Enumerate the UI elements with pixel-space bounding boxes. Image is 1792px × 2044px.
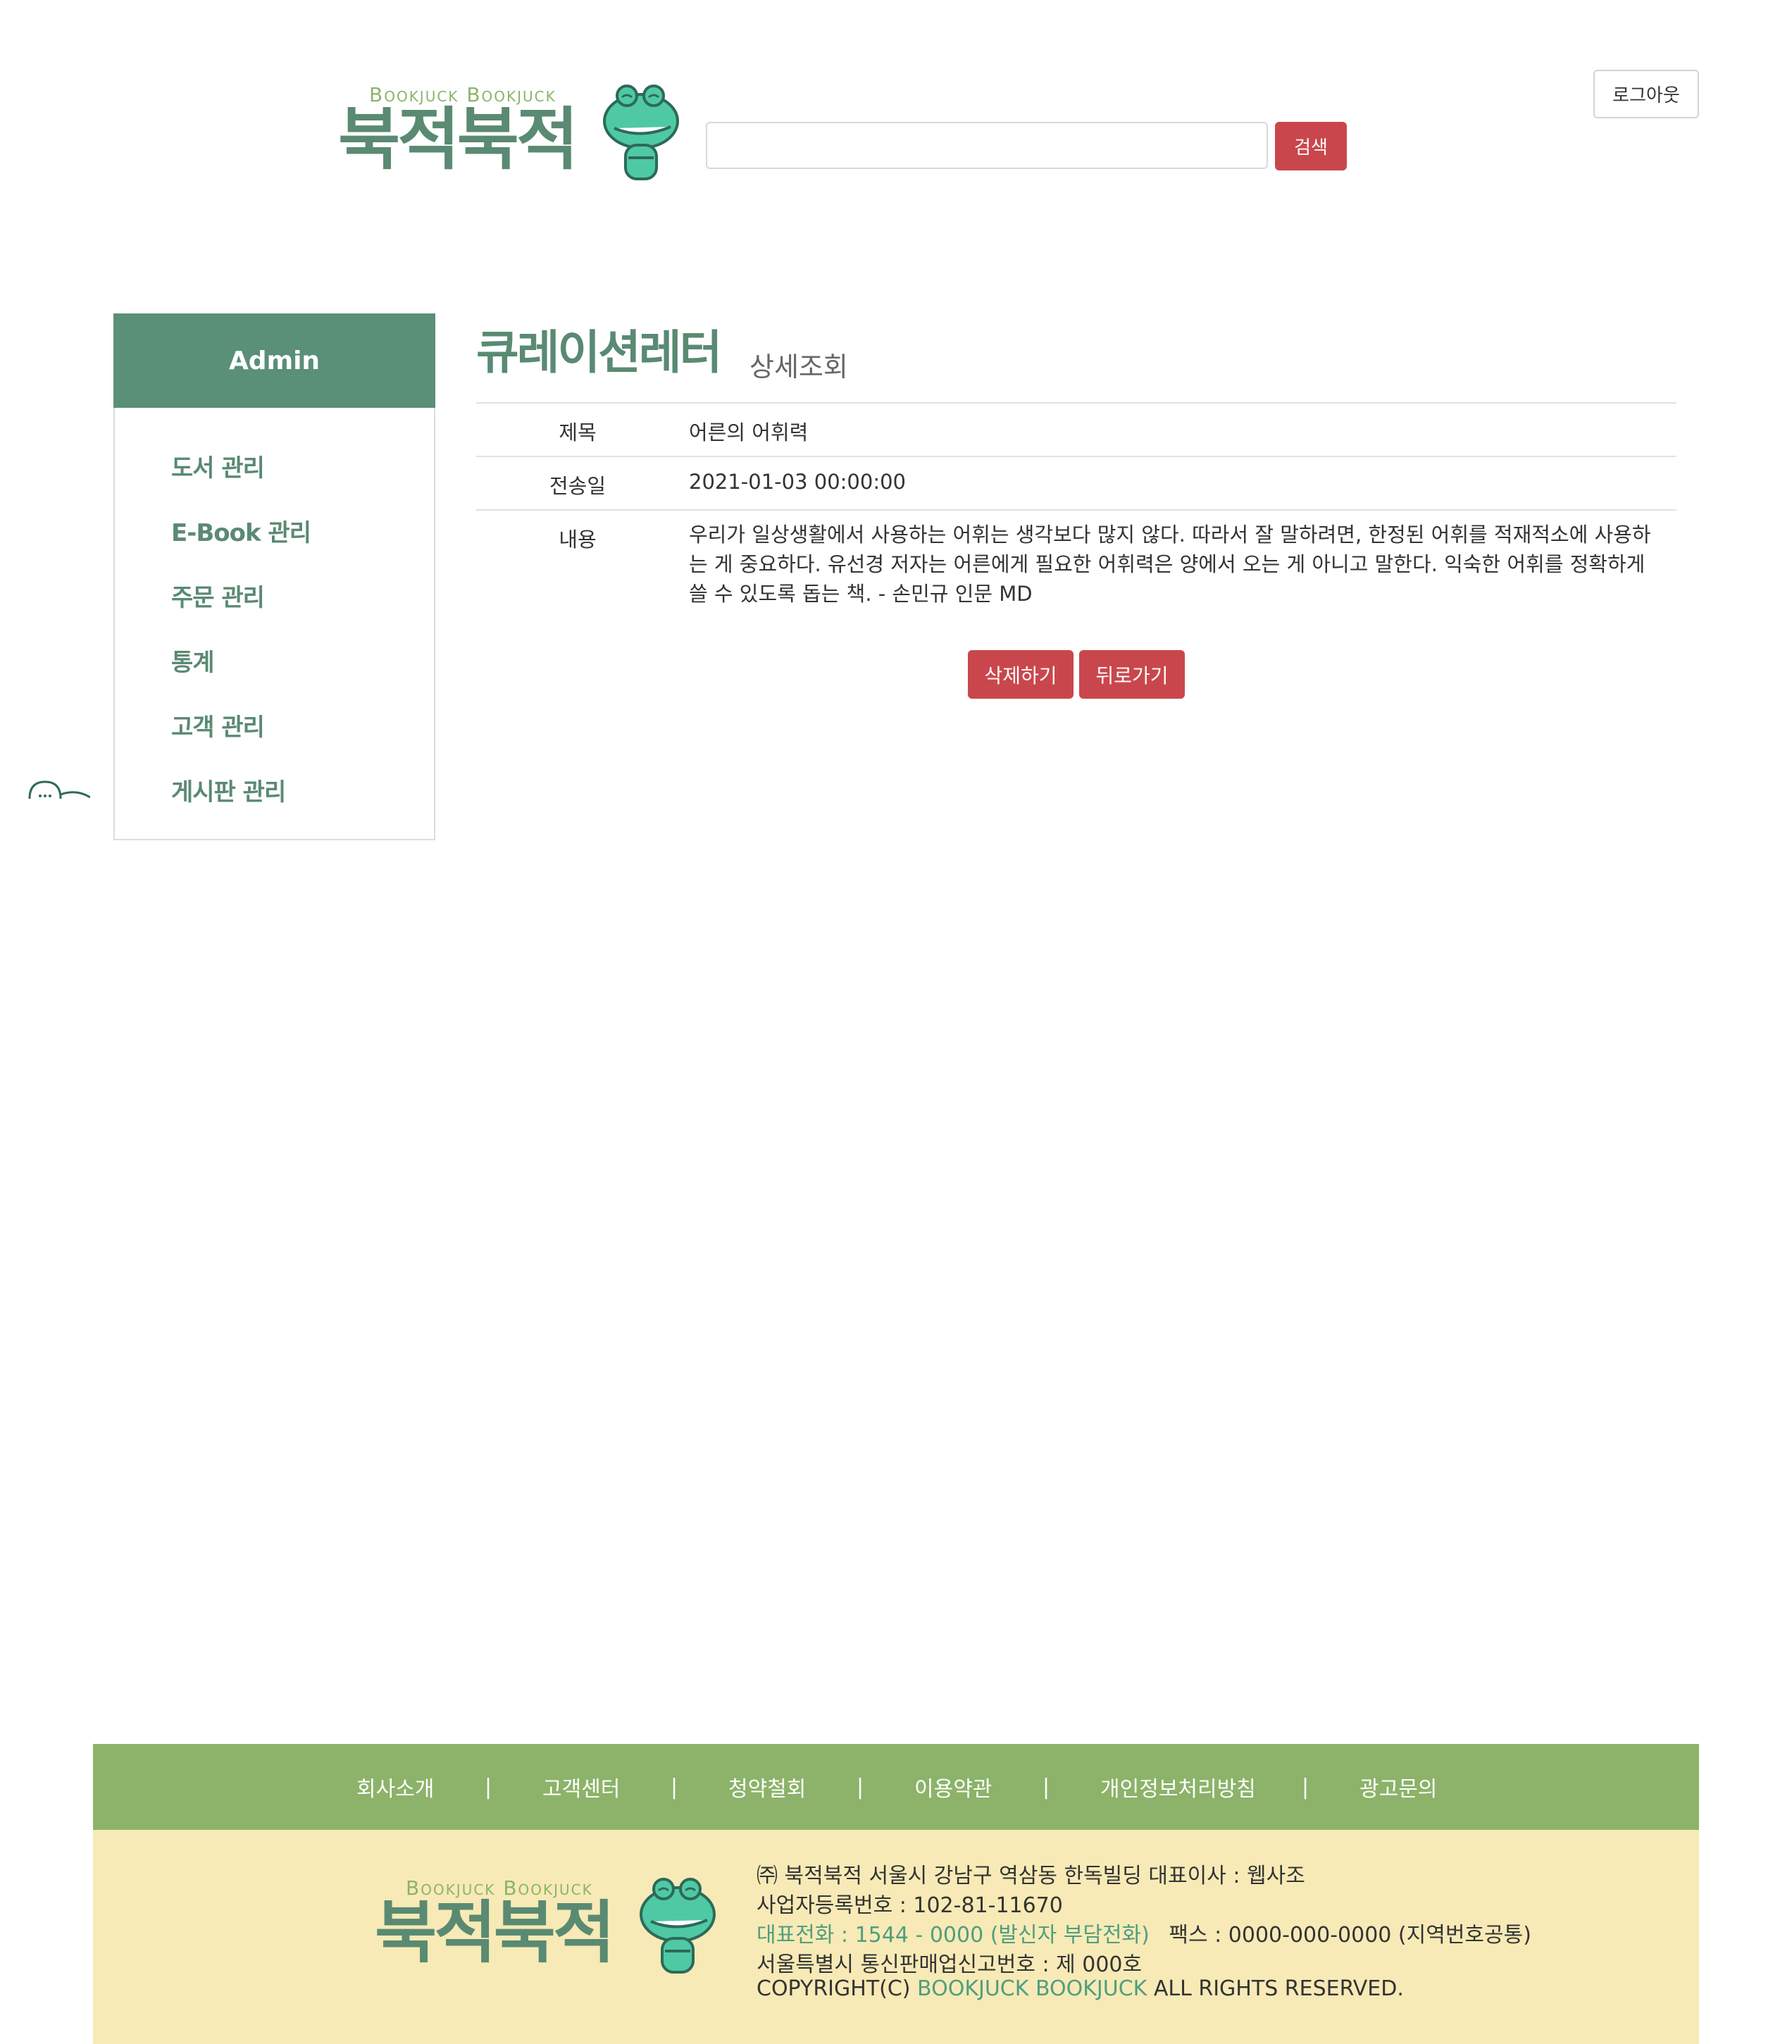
title-value: 어른의 어휘력 xyxy=(689,420,809,444)
footer-link-terms[interactable]: 이용약관 xyxy=(914,1744,992,1830)
search-button[interactable]: 검색 xyxy=(1275,122,1347,170)
copyright: COPYRIGHT(C) BOOKJUCK BOOKJUCK ALL RIGHT… xyxy=(757,1976,1404,2001)
sent-date-label: 전송일 xyxy=(549,474,606,498)
footer-link-support[interactable]: 고객센터 xyxy=(542,1744,620,1830)
sidebar-item-books[interactable]: 도서 관리 xyxy=(171,449,265,483)
page-title: 큐레이션레터 xyxy=(476,325,722,380)
admin-sidebar: Admin 도서 관리 E-Book 관리 주문 관리 통계 고객 관리 게시판… xyxy=(113,313,435,840)
delete-button[interactable]: 삭제하기 xyxy=(968,650,1074,699)
divider xyxy=(476,402,1676,404)
footer-separator: | xyxy=(1043,1774,1050,1800)
sent-date-value: 2021-01-03 00:00:00 xyxy=(689,470,906,494)
sidebar-title: Admin xyxy=(113,313,435,408)
footer-separator: | xyxy=(485,1774,492,1800)
content-value: 우리가 일상생활에서 사용하는 어휘는 생각보다 많지 않다. 따라서 잘 말하… xyxy=(689,523,1651,606)
logo-title: 북적북적 xyxy=(375,1893,615,1972)
crocodile-mascot-icon xyxy=(640,1878,716,1974)
copyright-suffix: ALL RIGHTS RESERVED. xyxy=(1147,1976,1404,2001)
search-input[interactable] xyxy=(706,122,1268,169)
title-label: 제목 xyxy=(559,420,597,444)
chat-bubble-icon[interactable] xyxy=(27,779,90,799)
crocodile-mascot-icon xyxy=(603,85,679,180)
back-button[interactable]: 뒤로가기 xyxy=(1079,650,1185,699)
sidebar-item-board[interactable]: 게시판 관리 xyxy=(171,773,286,807)
page-subtitle: 상세조회 xyxy=(749,351,848,382)
fax-number: 팩스 : 0000-000-0000 (지역번호공통) xyxy=(1169,1923,1531,1948)
logo-title: 북적북적 xyxy=(338,100,578,179)
sidebar-item-stats[interactable]: 통계 xyxy=(171,643,215,678)
sidebar-item-customers[interactable]: 고객 관리 xyxy=(171,708,265,742)
footer-link-withdrawal[interactable]: 청약철회 xyxy=(728,1744,806,1830)
footer-link-about[interactable]: 회사소개 xyxy=(356,1744,434,1830)
footer-info: Bookjuck Bookjuck 북적북적 ㈜ 북적북적 서울시 강남구 역삼… xyxy=(93,1830,1699,2044)
phone-number: 대표전화 : 1544 - 0000 (발신자 부담전화) xyxy=(757,1923,1150,1948)
business-number: 사업자등록번호 : 102-81-11670 xyxy=(757,1893,1063,1918)
divider xyxy=(476,509,1676,511)
footer-link-ads[interactable]: 광고문의 xyxy=(1359,1744,1437,1830)
divider xyxy=(476,456,1676,457)
footer-separator: | xyxy=(857,1774,864,1800)
contact-info: 대표전화 : 1544 - 0000 (발신자 부담전화) 팩스 : 0000-… xyxy=(757,1917,1531,1948)
copyright-prefix: COPYRIGHT(C) xyxy=(757,1976,918,2001)
site-logo[interactable]: Bookjuck Bookjuck 북적북적 xyxy=(338,79,683,185)
company-info: ㈜ 북적북적 서울시 강남구 역삼동 한독빌딩 대표이사 : 웹사조 xyxy=(757,1864,1305,1888)
content-label: 내용 xyxy=(559,528,597,551)
sidebar-item-orders[interactable]: 주문 관리 xyxy=(171,578,265,613)
footer-link-privacy[interactable]: 개인정보처리방침 xyxy=(1100,1744,1256,1830)
sidebar-item-ebook[interactable]: E-Book 관리 xyxy=(171,513,311,548)
ecommerce-registration: 서울특별시 통신판매업신고번호 : 제 000호 xyxy=(757,1952,1143,1977)
footer-logo[interactable]: Bookjuck Bookjuck 북적북적 xyxy=(375,1872,720,1978)
copyright-brand: BOOKJUCK BOOKJUCK xyxy=(917,1976,1147,2001)
footer-separator: | xyxy=(1302,1774,1309,1800)
footer-separator: | xyxy=(671,1774,678,1800)
footer-nav: 회사소개 | 고객센터 | 청약철회 | 이용약관 | 개인정보처리방침 | 광… xyxy=(93,1744,1699,1830)
logout-button[interactable]: 로그아웃 xyxy=(1593,70,1699,118)
